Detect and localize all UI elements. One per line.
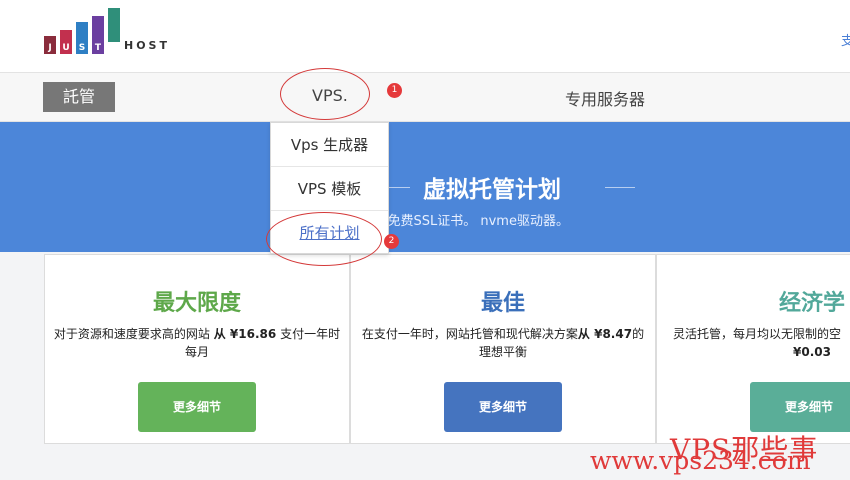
plan-description: 灵活托管，每月均以无限制的空 ¥0.03 (673, 325, 850, 361)
plan-desc-text: 对于资源和速度要求高的网站 (53, 327, 214, 341)
logo-letter: J (44, 42, 56, 54)
logo-bar-4 (92, 16, 104, 42)
logo-bar-2 (60, 30, 72, 42)
plan-desc-text: 灵活托管，每月均以无限制的空 (673, 327, 842, 341)
hero-divider-right (605, 187, 635, 188)
plan-card-maximum: 最大限度 对于资源和速度要求高的网站 从 ¥16.86 支付一年时每月 更多细节 (44, 254, 350, 444)
plan-desc-text: 在支付一年时，网站托管和现代解决方案 (361, 327, 578, 341)
nav-item-dedicated[interactable]: 专用服务器 (565, 86, 645, 110)
more-details-button[interactable]: 更多细节 (444, 382, 562, 432)
logo-letter: U (60, 42, 72, 54)
logo-text: HOST (124, 39, 170, 52)
annotation-circle-all-plans (266, 212, 382, 266)
hero-banner: 虚拟托管计划 OS保护。免费SSL证书。 nvme驱动器。 (0, 122, 850, 252)
more-details-button[interactable]: 更多细节 (138, 382, 256, 432)
watermark: VPS那些事 www.vps234.com (590, 428, 850, 478)
nav-item-hosting[interactable]: 託管 (43, 82, 115, 112)
plan-title: 最佳 (480, 291, 525, 316)
plan-description: 对于资源和速度要求高的网站 从 ¥16.86 支付一年时每月 (51, 325, 343, 361)
plan-title: 最大限度 (152, 291, 241, 316)
annotation-badge-2: 2 (384, 234, 399, 249)
logo-bar-3 (76, 22, 88, 42)
annotation-badge-1: 1 (387, 83, 402, 98)
dropdown-item-vps-builder[interactable]: Vps 生成器 (271, 123, 388, 167)
main-nav: 託管 VPS. 专用服务器 (0, 72, 850, 122)
plan-card-economy: 经济学 灵活托管，每月均以无限制的空 ¥0.03 更多细节 (656, 254, 850, 444)
plan-price: 从 ¥8.47 (577, 327, 633, 341)
logo-letter: T (92, 42, 104, 54)
header-support-link[interactable]: 支 (841, 30, 850, 49)
plan-title: 经济学 (778, 291, 845, 316)
annotation-circle-vps (280, 68, 370, 120)
logo-letter: S (76, 42, 88, 54)
more-details-button[interactable]: 更多细节 (750, 382, 850, 432)
header: J U S T HOST 支 (0, 0, 850, 72)
justhost-logo[interactable]: J U S T HOST (44, 8, 184, 56)
page: J U S T HOST 支 託管 VPS. 专用服务器 虚拟托管计划 OS保护… (0, 0, 850, 480)
plan-description: 在支付一年时，网站托管和现代解决方案从 ¥8.47的理想平衡 (357, 325, 649, 361)
dropdown-item-vps-templates[interactable]: VPS 模板 (271, 167, 388, 211)
logo-bar-5 (108, 8, 120, 42)
plan-card-optimal: 最佳 在支付一年时，网站托管和现代解决方案从 ¥8.47的理想平衡 更多细节 (350, 254, 656, 444)
plan-price: 从 ¥16.86 (213, 327, 277, 341)
watermark-url: www.vps234.com (590, 446, 811, 475)
hero-title: 虚拟托管计划 (423, 177, 561, 203)
plan-price: ¥0.03 (793, 345, 831, 359)
